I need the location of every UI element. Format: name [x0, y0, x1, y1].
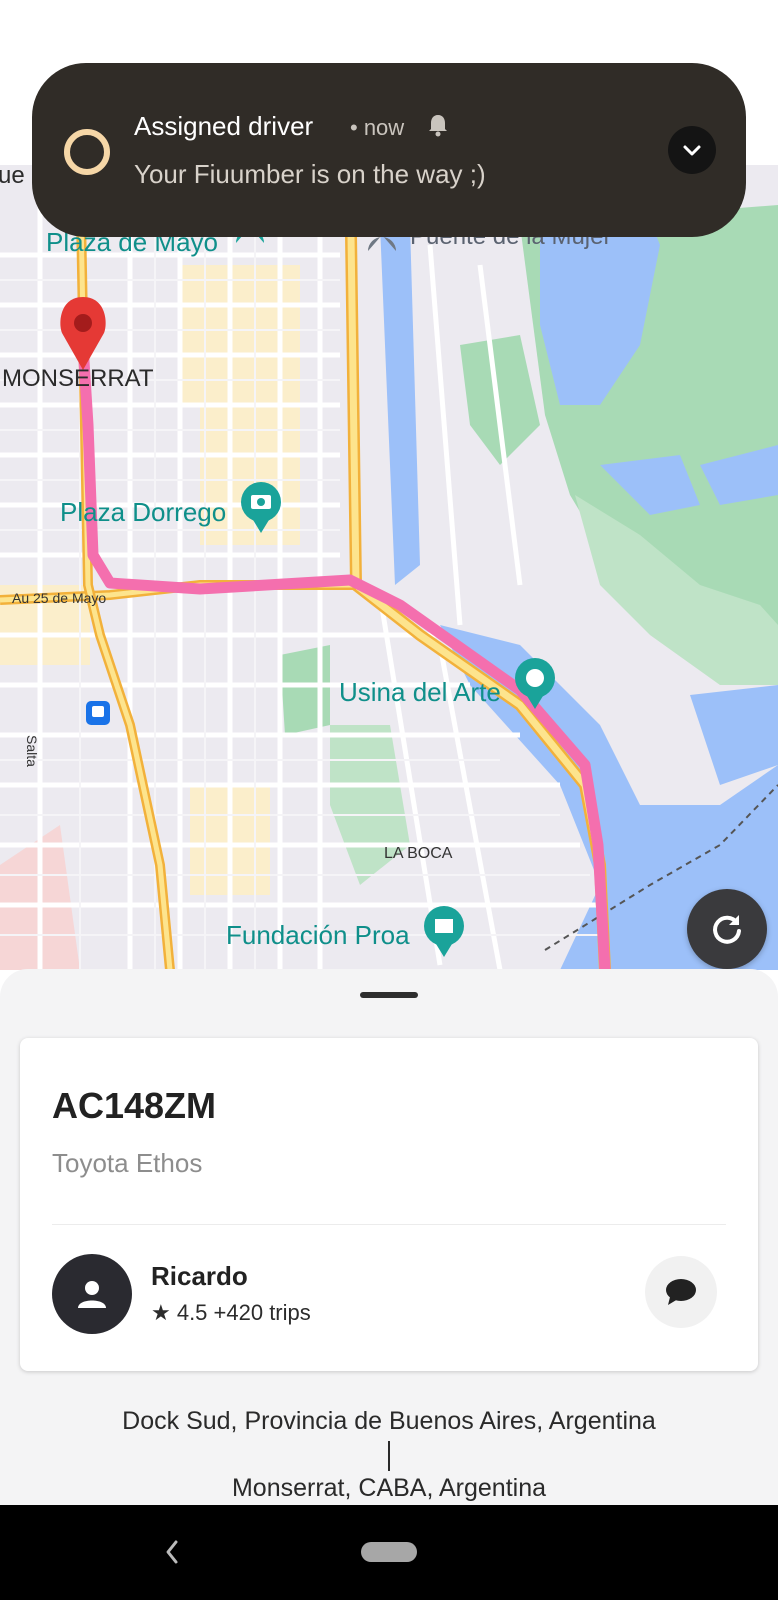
- trip-origin: Dock Sud, Provincia de Buenos Aires, Arg…: [122, 1407, 656, 1435]
- driver-name: Ricardo: [151, 1261, 248, 1291]
- status-ring-icon: [64, 129, 110, 175]
- chat-button[interactable]: [645, 1256, 717, 1328]
- map-label-plaza-dorrego[interactable]: Plaza Dorrego: [60, 497, 226, 528]
- driver-avatar: [52, 1254, 132, 1334]
- map-label-fundacion[interactable]: Fundación Proa: [226, 920, 410, 951]
- fundacion-marker: [424, 906, 464, 957]
- trip-destination: Monserrat, CABA, Argentina: [231, 1474, 547, 1502]
- car-model: Toyota Ethos: [52, 1148, 203, 1178]
- person-icon: [78, 1281, 106, 1308]
- expand-notification-button[interactable]: [668, 126, 716, 174]
- map-label-cut: ue: [0, 165, 25, 189]
- map-label-salta: Salta: [24, 735, 40, 767]
- driver-rating: ★ 4.5 +420 trips: [151, 1300, 311, 1325]
- route-connector: [388, 1441, 390, 1471]
- back-icon[interactable]: [162, 1538, 182, 1566]
- map-view[interactable]: ue Plaza de Mayo Puente de la Mujer MONS…: [0, 165, 778, 970]
- chevron-down-icon: [683, 145, 701, 156]
- trip-bottom-sheet[interactable]: AC148ZM Toyota Ethos Ricardo ★ 4.5 +420 …: [0, 969, 778, 1505]
- card-divider: [52, 1224, 726, 1225]
- home-pill[interactable]: [361, 1542, 417, 1562]
- map-label-la-boca: LA BOCA: [384, 845, 453, 862]
- map-label-au-25: Au 25 de Mayo: [12, 590, 107, 606]
- destination-pin: [60, 297, 106, 370]
- refresh-button[interactable]: [687, 889, 767, 969]
- chat-bubble-icon: [666, 1279, 696, 1305]
- notification-title: Assigned driver: [134, 111, 314, 141]
- bell-icon: [429, 115, 447, 137]
- notification-body: Your Fiuumber is on the way ;): [134, 159, 486, 189]
- driver-card: AC148ZM Toyota Ethos Ricardo ★ 4.5 +420 …: [20, 1038, 758, 1371]
- license-plate: AC148ZM: [52, 1085, 217, 1126]
- refresh-icon: [713, 915, 741, 944]
- system-nav-bar: [0, 1505, 778, 1600]
- notification-card[interactable]: Assigned driver • now Your Fiuumber is o…: [32, 63, 746, 237]
- map-label-monserrat: MONSERRAT: [2, 365, 154, 392]
- drag-handle[interactable]: [360, 992, 418, 998]
- train-station-icon: [86, 701, 110, 725]
- map-label-usina[interactable]: Usina del Arte: [339, 677, 501, 708]
- notification-time: • now: [350, 115, 405, 140]
